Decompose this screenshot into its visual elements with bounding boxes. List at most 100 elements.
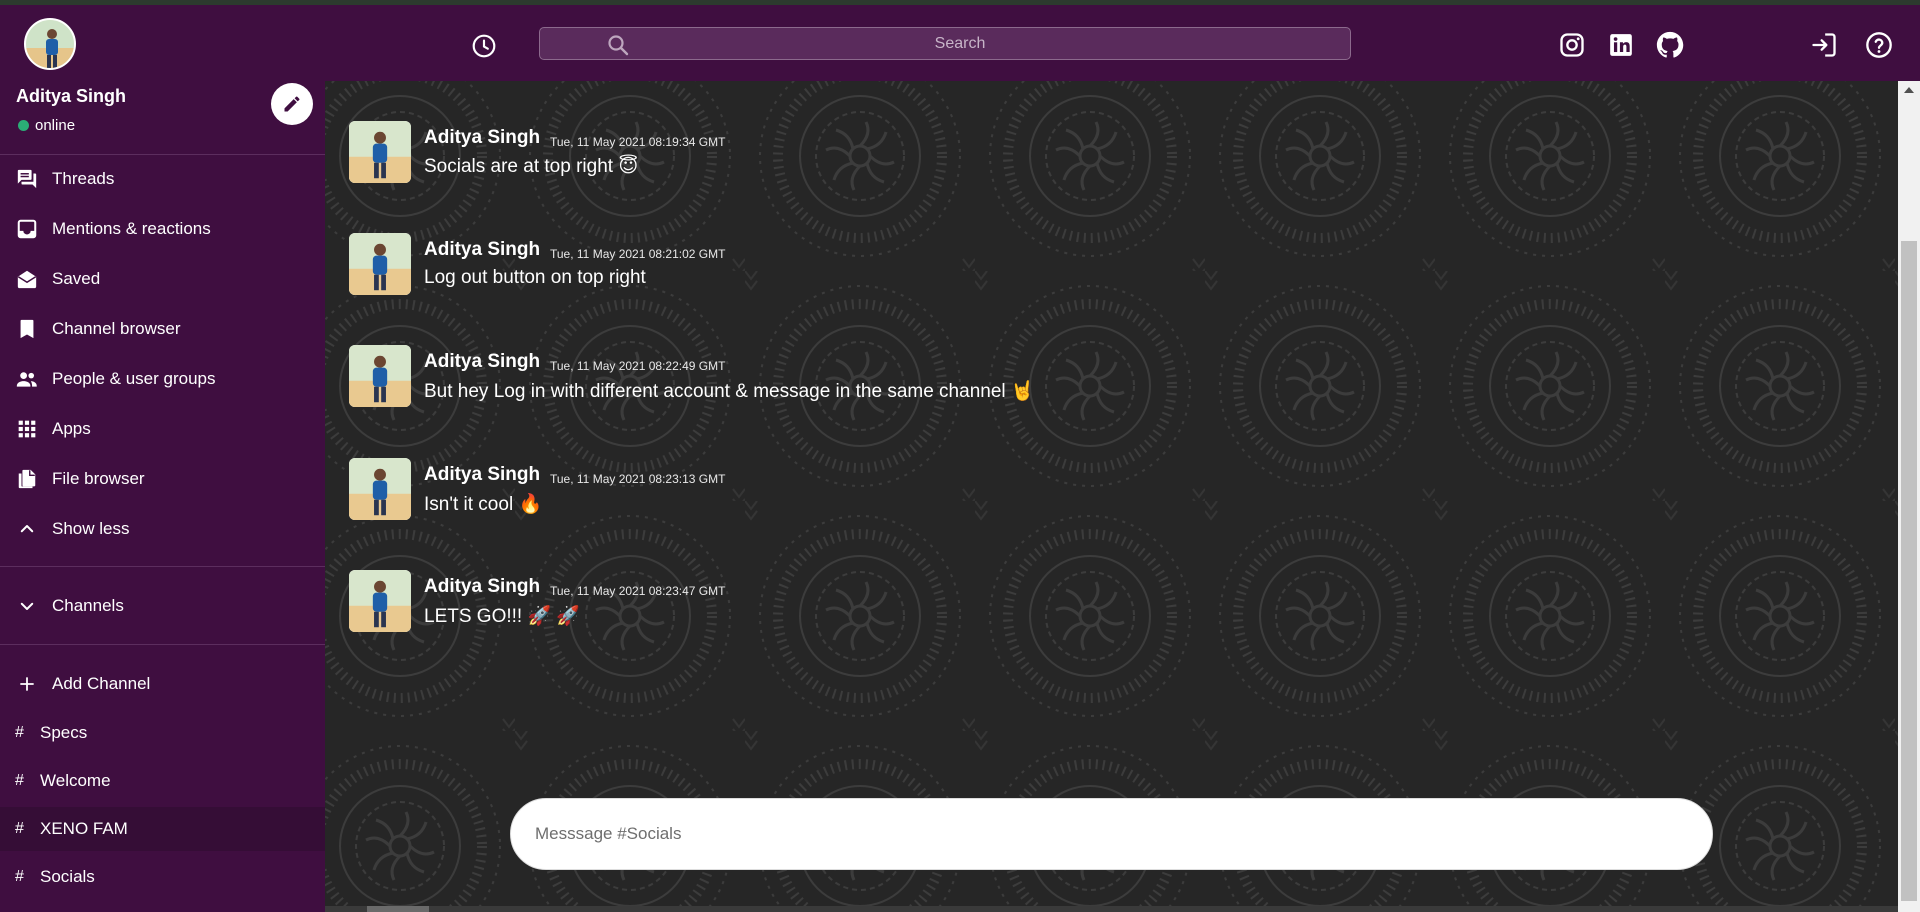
message-item: Aditya Singh Tue, 11 May 2021 08:21:02 G… bbox=[349, 233, 1349, 297]
status-dot bbox=[18, 120, 29, 131]
message-timestamp: Tue, 11 May 2021 08:19:34 GMT bbox=[550, 135, 726, 149]
github-icon bbox=[1656, 31, 1684, 58]
sidebar: Aditya Singh online Threads Mentions & r… bbox=[0, 81, 325, 912]
chevron-up-icon bbox=[16, 518, 38, 540]
message-author[interactable]: Aditya Singh bbox=[424, 351, 540, 373]
sidebar-item-mentions[interactable]: Mentions & reactions bbox=[0, 209, 325, 249]
message-timestamp: Tue, 11 May 2021 08:22:49 GMT bbox=[550, 359, 726, 373]
message-input[interactable] bbox=[535, 799, 1685, 869]
message-composer[interactable] bbox=[510, 798, 1713, 870]
message-timestamp: Tue, 11 May 2021 08:23:13 GMT bbox=[550, 472, 726, 486]
linkedin-link[interactable] bbox=[1606, 30, 1636, 60]
message-item: Aditya Singh Tue, 11 May 2021 08:23:47 G… bbox=[349, 570, 1349, 634]
message-author[interactable]: Aditya Singh bbox=[424, 464, 540, 486]
sidebar-item-label: Saved bbox=[52, 269, 101, 288]
history-button[interactable] bbox=[468, 30, 500, 62]
status-label: online bbox=[35, 117, 76, 134]
channel-item-specs[interactable]: # Specs bbox=[0, 711, 325, 755]
channel-hash: # bbox=[15, 868, 24, 885]
help-button[interactable] bbox=[1864, 30, 1894, 60]
channel-item-welcome[interactable]: # Welcome bbox=[0, 759, 325, 803]
sidebar-item-saved[interactable]: Saved bbox=[0, 259, 325, 299]
add-channel-button[interactable]: Add Channel bbox=[0, 664, 325, 704]
sidebar-item-apps[interactable]: Apps bbox=[0, 409, 325, 449]
channel-label: XENO FAM bbox=[40, 819, 128, 838]
user-name: Aditya Singh bbox=[16, 86, 127, 106]
instagram-link[interactable] bbox=[1557, 30, 1587, 60]
new-message-button[interactable] bbox=[271, 83, 313, 125]
inbox-icon bbox=[16, 218, 38, 240]
message-item: Aditya Singh Tue, 11 May 2021 08:23:13 G… bbox=[349, 458, 1349, 522]
scrollbar-thumb[interactable] bbox=[1901, 241, 1917, 901]
channel-label: Specs bbox=[40, 723, 88, 742]
search-icon bbox=[608, 35, 629, 56]
sidebar-item-label: Threads bbox=[52, 169, 115, 188]
search-bar[interactable] bbox=[539, 27, 1351, 60]
horizontal-scrollbar[interactable] bbox=[325, 906, 1898, 912]
apps-icon bbox=[16, 418, 38, 440]
channel-item-socials[interactable]: # Socials bbox=[0, 855, 325, 899]
sidebar-item-label: Channel browser bbox=[52, 319, 181, 338]
message-author[interactable]: Aditya Singh bbox=[424, 127, 540, 149]
sidebar-item-show-less[interactable]: Show less bbox=[0, 509, 325, 549]
sidebar-item-people[interactable]: People & user groups bbox=[0, 359, 325, 399]
divider bbox=[0, 644, 325, 645]
message-item: Aditya Singh Tue, 11 May 2021 08:19:34 G… bbox=[349, 121, 1349, 185]
message-item: Aditya Singh Tue, 11 May 2021 08:22:49 G… bbox=[349, 345, 1349, 409]
message-author[interactable]: Aditya Singh bbox=[424, 239, 540, 261]
logout-button[interactable] bbox=[1809, 30, 1839, 60]
file-copy-icon bbox=[16, 468, 38, 490]
message-timestamp: Tue, 11 May 2021 08:21:02 GMT bbox=[550, 247, 726, 261]
message-author[interactable]: Aditya Singh bbox=[424, 576, 540, 598]
linkedin-icon bbox=[1610, 34, 1632, 56]
channel-hash: # bbox=[15, 772, 24, 789]
sidebar-item-label: Mentions & reactions bbox=[52, 219, 211, 238]
channel-item-xeno-fam[interactable]: # XENO FAM bbox=[0, 807, 325, 851]
channels-label: Channels bbox=[52, 596, 124, 615]
scroll-up-arrow[interactable] bbox=[1904, 87, 1914, 93]
top-header bbox=[0, 5, 1920, 81]
message-avatar[interactable] bbox=[349, 570, 411, 632]
scrollbar-thumb[interactable] bbox=[367, 906, 429, 912]
channel-hash: # bbox=[15, 724, 24, 741]
divider bbox=[0, 154, 325, 155]
message-text: Socials are at top right 😇 bbox=[424, 156, 639, 177]
channel-label: Socials bbox=[40, 867, 95, 886]
avatar-photo bbox=[26, 20, 74, 68]
sidebar-item-threads[interactable]: Threads bbox=[0, 159, 325, 199]
sidebar-item-label: Show less bbox=[52, 519, 130, 538]
history-icon bbox=[472, 34, 496, 58]
logout-icon bbox=[1812, 33, 1836, 57]
message-text: Log out button on top right bbox=[424, 267, 646, 288]
message-text: Isn't it cool 🔥 bbox=[424, 494, 543, 515]
chevron-down-icon bbox=[16, 595, 38, 617]
message-avatar[interactable] bbox=[349, 121, 411, 183]
help-icon bbox=[1866, 32, 1892, 58]
people-icon bbox=[16, 368, 38, 390]
user-status: online bbox=[18, 117, 75, 134]
message-avatar[interactable] bbox=[349, 458, 411, 520]
channel-label: Welcome bbox=[40, 771, 111, 790]
sidebar-item-file-browser[interactable]: File browser bbox=[0, 459, 325, 499]
threads-icon bbox=[16, 168, 38, 190]
channel-hash: # bbox=[15, 820, 24, 837]
divider bbox=[0, 566, 325, 567]
sidebar-item-label: Apps bbox=[52, 419, 91, 438]
chat-area: Aditya Singh Tue, 11 May 2021 08:19:34 G… bbox=[325, 81, 1898, 912]
sidebar-item-channel-browser[interactable]: Channel browser bbox=[0, 309, 325, 349]
chat-scrollbar[interactable] bbox=[1898, 81, 1920, 912]
sidebar-item-label: People & user groups bbox=[52, 369, 216, 388]
message-avatar[interactable] bbox=[349, 345, 411, 407]
github-link[interactable] bbox=[1655, 30, 1685, 60]
add-channel-label: Add Channel bbox=[52, 674, 151, 693]
search-input[interactable] bbox=[640, 28, 1280, 59]
sidebar-item-label: File browser bbox=[52, 469, 145, 488]
channels-toggle[interactable]: Channels bbox=[0, 586, 325, 626]
message-text: But hey Log in with different account & … bbox=[424, 381, 1035, 402]
message-timestamp: Tue, 11 May 2021 08:23:47 GMT bbox=[550, 584, 726, 598]
message-avatar[interactable] bbox=[349, 233, 411, 295]
drafts-icon bbox=[16, 268, 38, 290]
avatar[interactable] bbox=[24, 18, 76, 70]
plus-icon bbox=[16, 673, 38, 695]
bookmark-icon bbox=[16, 318, 38, 340]
